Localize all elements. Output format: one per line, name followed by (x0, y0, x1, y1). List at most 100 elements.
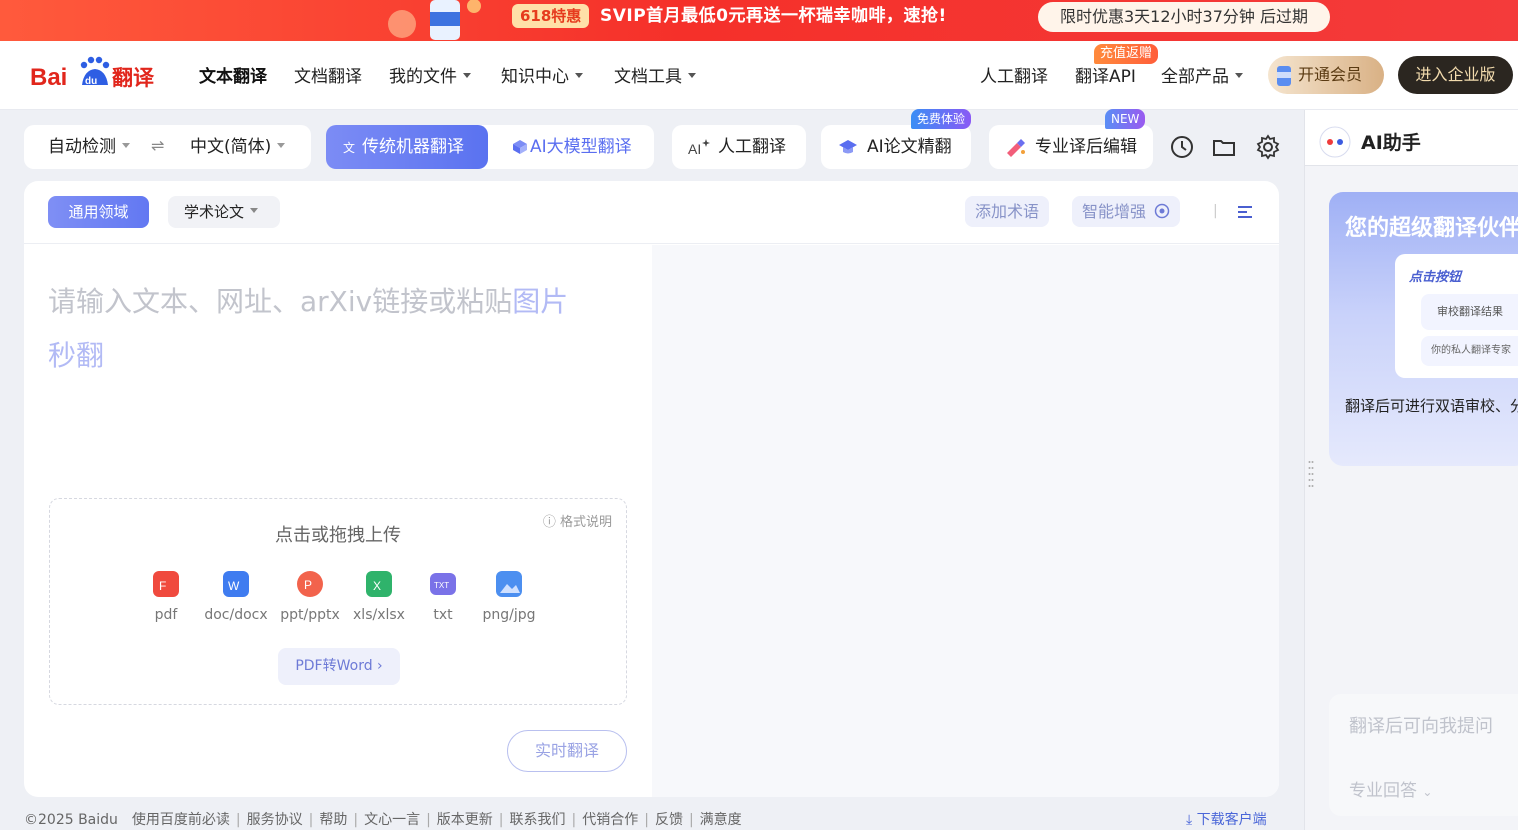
promo-countdown[interactable]: 限时优惠3天12小时37分钟 后过期 (1038, 2, 1330, 32)
swap-languages-icon[interactable]: ⇌ (151, 136, 164, 155)
illus-review-label: 审校翻译结果 (1421, 294, 1518, 330)
footer-link[interactable]: 文心一言 (364, 812, 420, 828)
translation-output-pane (652, 245, 1279, 797)
target-language-select[interactable]: 中文(简体) (190, 135, 286, 159)
domain-academic-chip[interactable]: 学术论文 (168, 196, 280, 228)
nav-knowledge-label: 知识中心 (501, 67, 569, 87)
ai-illustration: 点击按钮 审校翻译结果 你的私人翻译专家 (1395, 254, 1518, 378)
nav-my-files[interactable]: 我的文件 (389, 65, 471, 89)
mode-ai-tab[interactable]: AI大模型翻译 (496, 125, 654, 169)
answer-mode-select[interactable]: 专业回答 ⌄ (1349, 776, 1432, 801)
smart-enhance-label: 智能增强 (1082, 202, 1147, 221)
footer-link[interactable]: 代销合作 (582, 812, 638, 828)
pdf-to-word-label: PDF转Word (295, 658, 373, 674)
svg-text:X: X (373, 579, 381, 593)
svg-text:P: P (304, 578, 312, 592)
filetype-doc: W doc/docx (201, 567, 271, 623)
settings-gear-icon[interactable] (1255, 134, 1281, 160)
image-file-icon (496, 571, 522, 597)
ai-assistant-title: AI助手 (1361, 132, 1421, 154)
enhance-toggle-icon[interactable] (1154, 203, 1170, 219)
chevron-right-icon: › (377, 658, 383, 674)
format-help-label: 格式说明 (559, 515, 612, 530)
smart-enhance-button[interactable]: 智能增强 (1072, 196, 1181, 227)
chevron-down-icon (575, 72, 583, 78)
coffee-cup-icon (388, 0, 481, 40)
resize-handle-icon[interactable] (1308, 458, 1314, 492)
folder-icon[interactable] (1211, 134, 1237, 160)
mode-ai-label: AI大模型翻译 (530, 137, 632, 157)
baidu-translate-logo[interactable]: Bai du 翻译 (30, 51, 160, 95)
filetype-label: ppt/pptx (280, 607, 340, 623)
pdf-file-icon: F (153, 571, 179, 597)
promo-banner[interactable]: 618特惠 SVIP首月最低0元再送一杯瑞幸咖啡，速抢! 限时优惠3天12小时3… (0, 0, 1518, 41)
nav-knowledge[interactable]: 知识中心 (501, 65, 583, 89)
domain-general-chip[interactable]: 通用领域 (48, 196, 149, 228)
enterprise-button[interactable]: 进入企业版 (1398, 56, 1513, 94)
nav-all-products[interactable]: 全部产品 (1161, 65, 1243, 89)
file-upload-dropzone[interactable]: 点击或拖拽上传 ⓘ 格式说明 F pdf W doc/docx P ppt/pp… (49, 498, 627, 705)
layout-menu-icon[interactable] (1231, 198, 1259, 226)
footer-link[interactable]: 满意度 (700, 812, 742, 828)
download-label: 下载客户端 (1196, 812, 1267, 828)
ppt-file-icon: P (297, 571, 323, 597)
mode-traditional-label: 传统机器翻译 (362, 137, 464, 157)
footer-link[interactable]: 版本更新 (437, 812, 493, 828)
human-translate-label: 人工翻译 (718, 137, 786, 157)
post-edit-label: 专业译后编辑 (1035, 137, 1137, 157)
vip-cup-icon (1277, 66, 1291, 86)
chevron-down-icon (277, 142, 286, 148)
source-text-input[interactable]: 请输入文本、网址、arXiv链接或粘贴图片 秒翻 (48, 275, 608, 383)
human-translate-button[interactable]: AI 人工翻译 (672, 125, 806, 169)
vip-button[interactable]: 开通会员 (1268, 56, 1384, 94)
placeholder-image-link[interactable]: 图片 (512, 285, 568, 318)
ai-assistant-header: AI助手 (1305, 110, 1518, 166)
nav-human-translate[interactable]: 人工翻译 (980, 65, 1048, 89)
excel-file-icon: X (366, 571, 392, 597)
ai-assistant-avatar-icon (1319, 126, 1351, 158)
chevron-down-icon (250, 208, 259, 213)
svg-text:AI: AI (688, 141, 701, 157)
word-file-icon: W (223, 571, 249, 597)
mode-traditional-tab[interactable]: 文 传统机器翻译 (326, 125, 488, 169)
post-edit-button[interactable]: 专业译后编辑 NEW (989, 109, 1153, 169)
domain-academic-label: 学术论文 (184, 203, 245, 221)
charge-badge: 充值返赠 (1094, 44, 1159, 64)
footer-link[interactable]: 帮助 (319, 812, 347, 828)
language-selector: 自动检测 ⇌ 中文(简体) (24, 125, 311, 169)
download-client-link[interactable]: ⤓ 下载客户端 (1186, 810, 1267, 830)
chevron-down-icon (1235, 72, 1243, 78)
filetype-xls: X xls/xlsx (344, 567, 414, 623)
realtime-translate-button[interactable]: 实时翻译 (507, 730, 627, 772)
help-circle-icon: ⓘ (542, 515, 556, 530)
chevron-down-icon: ⌄ (1422, 785, 1433, 799)
graduation-cap-icon (839, 140, 857, 154)
source-language-select[interactable]: 自动检测 (48, 135, 130, 159)
nav-text-translate[interactable]: 文本翻译 (199, 65, 267, 89)
svg-text:TXT: TXT (434, 581, 449, 590)
translate-mode-switch: 文 传统机器翻译 AI大模型翻译 (326, 125, 654, 169)
add-term-button[interactable]: 添加术语 (965, 196, 1050, 227)
footer-link[interactable]: 服务协议 (247, 812, 303, 828)
pdf-to-word-button[interactable]: PDF转Word › (278, 648, 400, 685)
footer-link[interactable]: 使用百度前必读 (132, 812, 230, 828)
paper-translate-label: AI论文精翻 (867, 137, 952, 157)
paper-translate-button[interactable]: AI论文精翻 免费体验 (821, 109, 971, 169)
nav-my-files-label: 我的文件 (389, 67, 457, 87)
nav-translate-api[interactable]: 翻译API (1075, 65, 1136, 89)
footer-link[interactable]: 反馈 (655, 812, 683, 828)
history-clock-icon[interactable] (1169, 134, 1195, 160)
new-badge: NEW (1105, 109, 1146, 129)
ai-question-input[interactable]: 翻译后可向我提问 专业回答 ⌄ (1329, 694, 1518, 816)
format-help-link[interactable]: ⓘ 格式说明 (543, 511, 612, 530)
footer-link[interactable]: 联系我们 (510, 812, 566, 828)
upload-title: 点击或拖拽上传 (275, 525, 401, 546)
answer-mode-label: 专业回答 (1349, 781, 1417, 801)
nav-doc-translate[interactable]: 文档翻译 (294, 65, 362, 89)
illus-expert-label: 你的私人翻译专家 (1421, 336, 1518, 366)
download-icon: ⤓ (1186, 812, 1193, 828)
free-trial-badge: 免费体验 (911, 109, 971, 129)
nav-doc-tools[interactable]: 文档工具 (614, 65, 696, 89)
top-navbar: Bai du 翻译 文本翻译 文档翻译 我的文件 知识中心 文档工具 人工翻译 … (0, 41, 1518, 110)
filetype-label: doc/docx (204, 607, 268, 623)
